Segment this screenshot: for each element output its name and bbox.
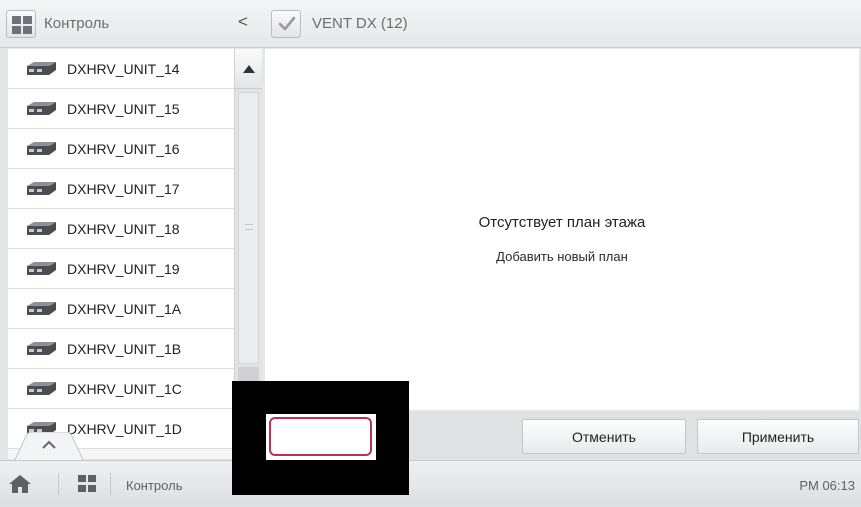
select-all-checkbox[interactable] <box>271 10 301 38</box>
view-title: VENT DX (12) <box>312 15 408 32</box>
list-item-label: DXHRV_UNIT_1D <box>67 420 182 437</box>
list-item[interactable]: DXHRV_UNIT_15 <box>8 89 234 129</box>
divider <box>110 473 111 495</box>
triangle-up-icon <box>242 64 255 73</box>
highlighted-target-box[interactable] <box>269 417 372 456</box>
apply-button[interactable]: Применить <box>697 419 859 454</box>
list-item-label: DXHRV_UNIT_15 <box>67 100 180 117</box>
list-item[interactable]: DXHRV_UNIT_17 <box>8 169 234 209</box>
list-item-label: DXHRV_UNIT_1C <box>67 380 182 397</box>
checkmark-icon <box>278 16 296 31</box>
expand-tab-button[interactable] <box>14 432 84 462</box>
unit-list-panel: DXHRV_UNIT_14 DXHRV_UNIT_15 DXHRV_UNIT_1… <box>8 49 262 459</box>
hrv-unit-icon <box>27 302 56 315</box>
list-item-label: DXHRV_UNIT_1A <box>67 300 182 317</box>
grip-lines-icon <box>245 224 253 230</box>
list-item-label: DXHRV_UNIT_19 <box>67 260 180 277</box>
hrv-unit-icon <box>27 222 56 235</box>
list-item[interactable]: DXHRV_UNIT_1C <box>8 369 234 409</box>
list-item-label: DXHRV_UNIT_16 <box>67 140 180 157</box>
list-item[interactable]: DXHRV_UNIT_18 <box>8 209 234 249</box>
hrv-unit-icon <box>27 182 56 195</box>
list-item-label: DXHRV_UNIT_14 <box>67 60 180 77</box>
hrv-unit-icon <box>27 382 56 395</box>
app-window: Контроль < VENT DX (12) DXHRV_UNIT_14 DX… <box>0 0 861 507</box>
section-title: Контроль <box>44 15 110 32</box>
list-item[interactable]: DXHRV_UNIT_14 <box>8 49 234 89</box>
hrv-unit-icon <box>27 102 56 115</box>
menu-grid-button[interactable] <box>6 10 36 38</box>
breadcrumb: Контроль <box>126 478 183 493</box>
floor-plan-area: Отсутствует план этажа Добавить новый пл… <box>265 49 859 410</box>
list-item[interactable]: DXHRV_UNIT_1A <box>8 289 234 329</box>
hrv-unit-icon <box>27 262 56 275</box>
highlight-frame <box>266 414 376 460</box>
list-item-label: DXHRV_UNIT_17 <box>67 180 180 197</box>
collapse-panel-button[interactable]: < <box>238 12 248 32</box>
cancel-button[interactable]: Отменить <box>522 419 686 454</box>
hrv-unit-icon <box>27 62 56 75</box>
redaction-overlay <box>232 381 409 495</box>
list-item[interactable]: DXHRV_UNIT_1B <box>8 329 234 369</box>
scroll-up-button[interactable] <box>235 49 262 89</box>
list-item[interactable]: DXHRV_UNIT_16 <box>8 129 234 169</box>
bottom-bar: Контроль PM 06:13 <box>0 460 861 507</box>
clock: PM 06:13 <box>799 478 855 493</box>
list-item-label: DXHRV_UNIT_18 <box>67 220 180 237</box>
empty-state-message: Отсутствует план этажа <box>478 214 646 231</box>
home-icon[interactable] <box>8 474 32 494</box>
list-item-label: DXHRV_UNIT_1B <box>67 340 182 357</box>
hrv-unit-icon <box>27 142 56 155</box>
scroll-thumb[interactable] <box>238 92 259 364</box>
list-item[interactable]: DXHRV_UNIT_19 <box>8 249 234 289</box>
add-plan-link[interactable]: Добавить новый план <box>265 249 859 264</box>
unit-list: DXHRV_UNIT_14 DXHRV_UNIT_15 DXHRV_UNIT_1… <box>8 49 234 459</box>
divider <box>58 473 59 495</box>
top-bar: Контроль < VENT DX (12) <box>0 0 861 48</box>
grid-icon[interactable] <box>78 475 96 492</box>
hrv-unit-icon <box>27 342 56 355</box>
